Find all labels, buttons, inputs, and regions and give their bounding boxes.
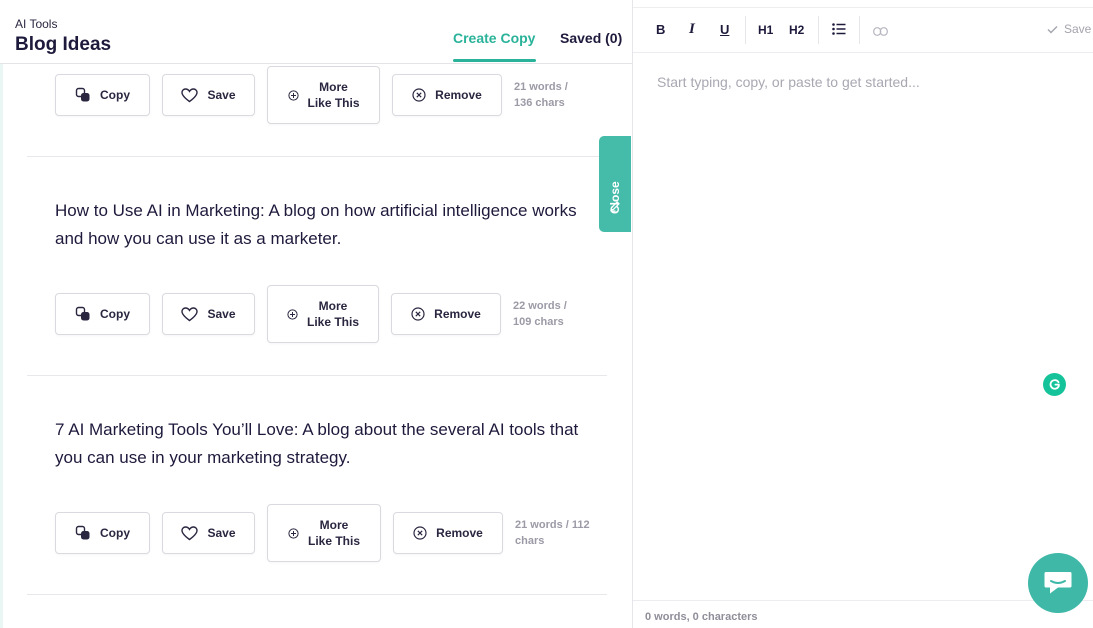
editor-toolbar: B I U H1 H2 Save — [633, 8, 1093, 53]
underline-button[interactable]: U — [720, 22, 729, 37]
save-button[interactable]: Save — [162, 512, 255, 554]
results-list[interactable]: Copy Save More Like This Remove 21 words… — [0, 65, 632, 628]
heart-icon — [181, 306, 199, 322]
save-label: Save — [207, 88, 236, 102]
toolbar-divider — [745, 16, 746, 44]
h2-button[interactable]: H2 — [789, 23, 804, 37]
grammarly-icon[interactable] — [1043, 373, 1066, 396]
more-like-this-label: More Like This — [308, 517, 360, 549]
copy-label: Copy — [100, 307, 130, 321]
more-line1: More — [319, 80, 348, 94]
result-text[interactable]: How to Use AI in Marketing: A blog on ho… — [55, 197, 595, 253]
active-tab-indicator — [453, 59, 536, 62]
copy-icon — [75, 87, 91, 103]
word-char-count: 22 words / 109 chars — [513, 298, 567, 330]
result-text[interactable]: 7 AI Marketing Tools You’ll Love: A blog… — [55, 416, 595, 472]
italic-button[interactable]: I — [689, 21, 695, 38]
results-panel: Copy Save More Like This Remove 21 words… — [0, 0, 633, 628]
toolbar-divider — [859, 16, 860, 44]
heart-icon — [181, 87, 199, 103]
char-count: chars — [515, 535, 545, 547]
heart-icon — [181, 525, 199, 541]
toolbar-divider — [818, 16, 819, 44]
copy-button[interactable]: Copy — [55, 512, 150, 554]
card-divider — [27, 375, 607, 376]
remove-button[interactable]: Remove — [393, 512, 503, 554]
remove-label: Remove — [434, 307, 481, 321]
editor-save-label: Save — [1064, 22, 1092, 36]
more-line2: Like This — [308, 534, 361, 548]
more-like-this-button[interactable]: More Like This — [267, 285, 379, 343]
close-panel-tab[interactable]: Close — [599, 136, 631, 232]
save-label: Save — [207, 526, 236, 540]
more-like-this-label: More Like This — [308, 79, 360, 111]
word-character-counter: 0 words, 0 characters — [645, 611, 758, 623]
breadcrumb[interactable]: AI Tools — [15, 17, 57, 31]
bold-button[interactable]: B — [656, 22, 665, 37]
pencil-icon — [609, 199, 621, 217]
more-like-this-button[interactable]: More Like This — [267, 66, 380, 124]
save-button[interactable]: Save — [162, 74, 255, 116]
editor-input[interactable]: Start typing, copy, or paste to get star… — [657, 74, 920, 90]
remove-label: Remove — [436, 526, 483, 540]
plus-circle-icon — [287, 89, 299, 101]
plus-circle-icon — [287, 308, 298, 320]
copy-label: Copy — [100, 526, 130, 540]
remove-button[interactable]: Remove — [392, 74, 502, 116]
copy-icon — [75, 525, 91, 541]
more-line1: More — [319, 518, 349, 532]
word-char-count: 21 words / 136 chars — [514, 79, 568, 111]
h1-button[interactable]: H1 — [758, 23, 773, 37]
chat-support-button[interactable] — [1028, 553, 1088, 613]
word-count: 21 words / 112 — [515, 519, 590, 531]
copy-button[interactable]: Copy — [55, 74, 150, 116]
remove-label: Remove — [435, 88, 482, 102]
plus-circle-icon — [288, 527, 299, 539]
more-line2: Like This — [307, 315, 360, 329]
word-char-count: 21 words / 112 chars — [515, 517, 590, 549]
remove-circle-icon — [413, 526, 427, 540]
more-line1: More — [318, 299, 348, 313]
word-count: 21 words / — [514, 81, 568, 93]
link-icon[interactable] — [873, 24, 888, 39]
word-count: 22 words / — [513, 300, 567, 312]
chat-bubble-icon — [1043, 570, 1073, 596]
more-line2: Like This — [307, 96, 360, 110]
page-title: Blog Ideas — [15, 34, 112, 55]
page-header: AI Tools Blog Ideas Create Copy Saved (0… — [0, 0, 632, 64]
card-divider — [27, 156, 607, 157]
char-count: 136 chars — [514, 97, 565, 109]
editor-save-button[interactable]: Save — [1047, 22, 1091, 36]
save-label: Save — [207, 307, 236, 321]
copy-button[interactable]: Copy — [55, 293, 150, 335]
more-like-this-button[interactable]: More Like This — [267, 504, 381, 562]
card-divider — [27, 594, 607, 595]
editor-footer: 0 words, 0 characters — [633, 600, 1093, 628]
copy-icon — [75, 306, 91, 322]
tab-saved[interactable]: Saved (0) — [560, 30, 622, 46]
char-count: 109 chars — [513, 316, 564, 328]
remove-circle-icon — [412, 88, 426, 102]
check-icon — [1047, 25, 1058, 34]
editor-panel: B I U H1 H2 Save Start typing, copy, or … — [633, 8, 1093, 628]
more-like-this-label: More Like This — [307, 298, 359, 330]
remove-button[interactable]: Remove — [391, 293, 501, 335]
save-button[interactable]: Save — [162, 293, 255, 335]
bullet-list-icon[interactable] — [832, 23, 846, 38]
remove-circle-icon — [411, 307, 425, 321]
tab-create-copy[interactable]: Create Copy — [453, 30, 535, 46]
copy-label: Copy — [100, 88, 130, 102]
